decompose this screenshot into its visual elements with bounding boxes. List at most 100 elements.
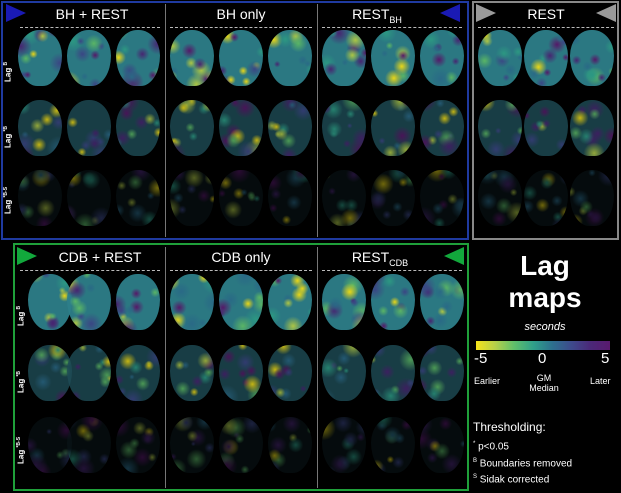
brain-slice-image (524, 100, 568, 156)
brain-slice-image (67, 345, 111, 401)
brain-slice-image (116, 274, 160, 330)
row-label: Lag *B (16, 371, 26, 393)
brain-slice-image (420, 30, 464, 86)
divider (322, 270, 462, 271)
thresholding-title: Thresholding: (473, 420, 546, 434)
brain-slice-image (219, 30, 263, 86)
brain-slice-image (570, 170, 614, 226)
column-header-rest: REST (496, 3, 596, 25)
brain-slice-image (116, 100, 160, 156)
divider (165, 4, 166, 237)
colorbar (476, 341, 610, 350)
divider (317, 247, 318, 488)
brain-slice-image (219, 100, 263, 156)
brain-slice-image (268, 30, 312, 86)
brain-slice-image (67, 274, 111, 330)
brain-slice-image (67, 30, 111, 86)
brain-slice-image (116, 417, 160, 473)
divider (20, 27, 160, 28)
brain-slice-image (420, 100, 464, 156)
brain-slice-image (420, 345, 464, 401)
arrow-left-icon (444, 247, 464, 265)
brain-slice-image (170, 30, 214, 86)
column-header-rest-cdb: RESTCDB (318, 246, 442, 268)
brain-slice-image (371, 30, 415, 86)
brain-slice-image (116, 345, 160, 401)
divider (165, 247, 166, 488)
column-header-rest-bh: RESTBH (318, 3, 436, 25)
brain-slice-image (18, 30, 62, 86)
brain-slice-image (170, 345, 214, 401)
arrow-right-icon (17, 247, 37, 265)
thresholding-item: * p<0.05 (473, 441, 509, 452)
label-gm-median: GM Median (526, 373, 562, 393)
row-label: Lag *B (3, 126, 13, 148)
column-header-cdb-rest: CDB + REST (36, 246, 164, 268)
arrow-left-icon (596, 4, 616, 22)
brain-slice-image (170, 417, 214, 473)
label-later: Later (590, 376, 611, 386)
tick-min: -5 (474, 350, 487, 367)
brain-slice-image (116, 30, 160, 86)
brain-slice-image (371, 100, 415, 156)
brain-slice-image (322, 30, 366, 86)
brain-slice-image (28, 274, 72, 330)
brain-slice-image (420, 170, 464, 226)
legend-title: Lag maps (490, 250, 600, 314)
arrow-right-icon (476, 4, 496, 22)
brain-slice-image (170, 274, 214, 330)
divider (317, 4, 318, 237)
divider (170, 27, 312, 28)
brain-slice-image (322, 170, 366, 226)
divider (170, 270, 312, 271)
brain-slice-image (67, 100, 111, 156)
column-header-bh-rest: BH + REST (22, 3, 162, 25)
brain-slice-image (219, 345, 263, 401)
thresholding-item: B Boundaries removed (473, 458, 572, 469)
brain-slice-image (478, 170, 522, 226)
tick-max: 5 (601, 350, 609, 367)
brain-slice-image (28, 345, 72, 401)
brain-slice-image (67, 170, 111, 226)
brain-slice-image (322, 274, 366, 330)
divider (478, 27, 614, 28)
row-label: Lag *B-S (16, 437, 26, 464)
brain-slice-image (170, 170, 214, 226)
row-label: Lag *B-S (3, 187, 13, 214)
brain-slice-image (570, 30, 614, 86)
brain-slice-image (524, 30, 568, 86)
brain-slice-image (116, 170, 160, 226)
brain-slice-image (478, 30, 522, 86)
brain-slice-image (219, 274, 263, 330)
brain-slice-image (268, 345, 312, 401)
brain-slice-image (570, 100, 614, 156)
brain-slice-image (18, 170, 62, 226)
column-header-bh-only: BH only (168, 3, 314, 25)
brain-slice-image (268, 170, 312, 226)
brain-slice-image (478, 100, 522, 156)
brain-slice-image (170, 100, 214, 156)
brain-slice-image (219, 417, 263, 473)
brain-slice-image (420, 274, 464, 330)
brain-slice-image (268, 417, 312, 473)
divider (322, 27, 462, 28)
brain-slice-image (420, 417, 464, 473)
tick-mid: 0 (538, 350, 546, 367)
brain-slice-image (268, 100, 312, 156)
brain-slice-image (322, 100, 366, 156)
row-label: Lag B (16, 306, 26, 326)
brain-slice-image (28, 417, 72, 473)
brain-slice-image (219, 170, 263, 226)
arrow-left-icon (440, 4, 460, 22)
brain-slice-image (524, 170, 568, 226)
brain-slice-image (18, 100, 62, 156)
brain-slice-image (371, 170, 415, 226)
column-header-cdb-only: CDB only (168, 246, 314, 268)
label-earlier: Earlier (474, 376, 500, 386)
legend-units: seconds (490, 321, 600, 333)
brain-slice-image (371, 274, 415, 330)
divider (20, 270, 160, 271)
brain-slice-image (371, 345, 415, 401)
row-label: Lag B (3, 62, 13, 82)
brain-slice-image (322, 345, 366, 401)
